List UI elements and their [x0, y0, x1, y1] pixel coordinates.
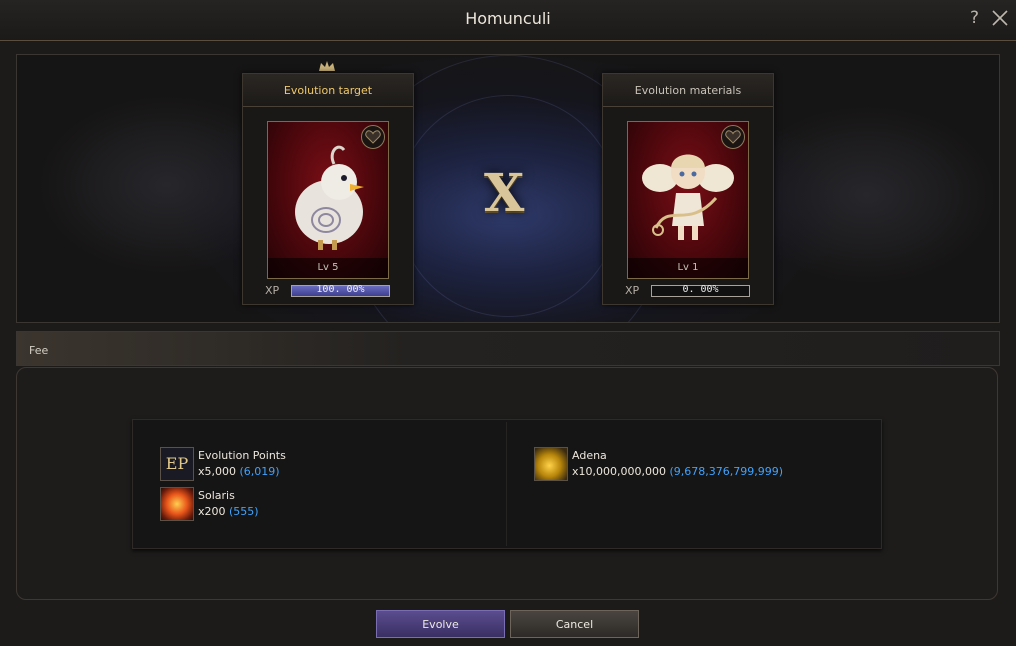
target-xp-label: XP [265, 284, 280, 297]
evolution-points-icon: EP [160, 447, 194, 481]
evolve-button[interactable]: Evolve [376, 610, 505, 638]
fee-item-name: Adena [572, 449, 607, 462]
target-xp-bar: 100. 00% [291, 284, 390, 297]
fee-item-name: Solaris [198, 489, 235, 502]
evolution-materials-card[interactable]: Evolution materials Lv 1 XP 0. 00% [602, 73, 774, 305]
white-bird-homunculus-icon [295, 145, 364, 250]
window-title: Homunculi [465, 9, 551, 28]
target-level: Lv 5 [268, 258, 388, 278]
fee-label: Fee [29, 344, 49, 357]
materials-xp-bar: 0. 00% [651, 284, 750, 297]
favorite-heart-icon[interactable] [721, 125, 745, 149]
fee-item-required: x10,000,000,000 [572, 465, 666, 478]
fee-item-owned: (6,019) [239, 465, 280, 478]
target-xp-text: 100. 00% [316, 284, 365, 295]
fee-item-owned: (555) [229, 505, 259, 518]
solaris-icon [160, 487, 194, 521]
smoke-decoration [737, 105, 997, 285]
materials-level: Lv 1 [628, 258, 748, 278]
fee-item-quantity: x200 (555) [198, 505, 259, 518]
crown-icon [319, 61, 335, 71]
fee-item-quantity: x10,000,000,000 (9,678,376,799,999) [572, 465, 783, 478]
cupid-homunculus-icon [642, 154, 734, 240]
evolution-target-card[interactable]: Evolution target Lv 5 XP 100. 00% [242, 73, 414, 305]
fee-item-required: x5,000 [198, 465, 237, 478]
fee-item-required: x200 [198, 505, 226, 518]
fee-divider [506, 422, 507, 546]
materials-xp-text: 0. 00% [682, 284, 719, 295]
evolution-target-header: Evolution target [243, 74, 413, 107]
materials-portrait: Lv 1 [627, 121, 749, 279]
evolution-materials-header: Evolution materials [603, 74, 773, 107]
evolution-banner: Evolution target Lv 5 XP 100. 00% X Evol… [16, 54, 1000, 323]
fee-section-header: Fee [16, 331, 1000, 366]
fee-item-quantity: x5,000 (6,019) [198, 465, 280, 478]
close-icon[interactable] [990, 8, 1010, 28]
cancel-button[interactable]: Cancel [510, 610, 639, 638]
adena-icon [534, 447, 568, 481]
fee-items-box: EP Evolution Points x5,000 (6,019) Solar… [132, 419, 882, 549]
combine-symbol: X [484, 163, 525, 224]
fee-item-name: Evolution Points [198, 449, 286, 462]
target-portrait: Lv 5 [267, 121, 389, 279]
favorite-heart-icon[interactable] [361, 125, 385, 149]
fee-item-owned: (9,678,376,799,999) [669, 465, 784, 478]
title-bar: Homunculi ? [0, 0, 1016, 41]
materials-xp-label: XP [625, 284, 640, 297]
help-button[interactable]: ? [970, 8, 979, 28]
